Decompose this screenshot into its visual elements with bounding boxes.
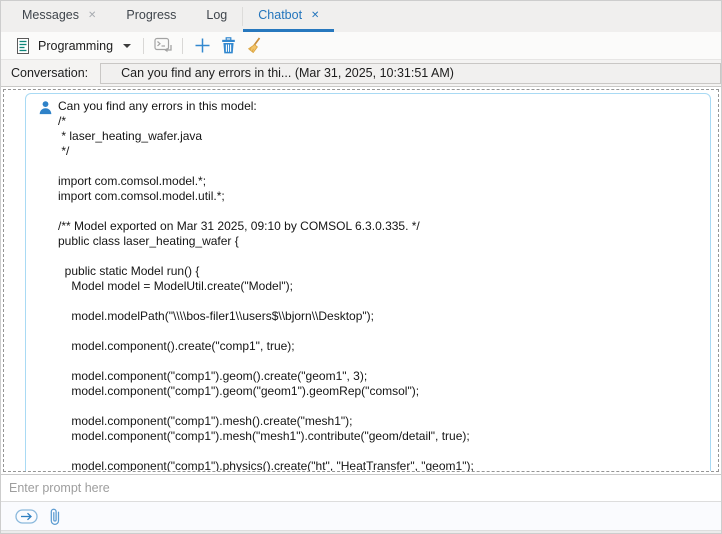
tab-log[interactable]: Log	[191, 1, 242, 32]
user-message-bubble: Can you find any errors in this model: /…	[25, 93, 711, 472]
insert-to-editor-button[interactable]	[152, 35, 174, 57]
prompt-input[interactable]	[1, 475, 721, 501]
chatbot-toolbar: Programming	[1, 32, 721, 60]
tab-chatbot[interactable]: Chatbot ✕	[243, 1, 334, 32]
toolbar-separator	[182, 38, 183, 54]
tab-messages[interactable]: Messages ✕	[7, 1, 111, 32]
tab-log-label: Log	[206, 8, 227, 22]
tab-bar: Messages ✕ Progress Log Chatbot ✕	[1, 1, 721, 32]
toolbar-separator	[143, 38, 144, 54]
conversation-row: Conversation: Can you find any errors in…	[1, 60, 721, 87]
tab-messages-label: Messages	[22, 8, 79, 22]
tab-chatbot-label: Chatbot	[258, 8, 302, 22]
close-icon[interactable]: ✕	[88, 10, 96, 21]
conversation-label: Conversation:	[11, 66, 88, 80]
chevron-down-icon	[123, 44, 131, 48]
chat-history-panel[interactable]: Can you find any errors in this model: /…	[1, 87, 721, 474]
chat-history-focus-border: Can you find any errors in this model: /…	[3, 89, 719, 472]
delete-conversation-button[interactable]	[217, 35, 239, 57]
user-message-text: Can you find any errors in this model: /…	[58, 99, 700, 472]
prompt-row	[1, 474, 721, 501]
attach-file-button[interactable]	[48, 507, 61, 526]
programming-doc-icon	[15, 37, 31, 55]
tab-progress[interactable]: Progress	[111, 1, 191, 32]
send-prompt-button[interactable]	[15, 509, 38, 524]
conversation-selected-value: Can you find any errors in thi... (Mar 3…	[121, 66, 454, 80]
close-icon[interactable]: ✕	[311, 10, 319, 21]
tab-progress-label: Progress	[126, 8, 176, 22]
user-avatar-icon	[38, 100, 53, 115]
window-bottom-edge	[1, 530, 721, 533]
mode-label: Programming	[38, 39, 113, 53]
conversation-select[interactable]: Can you find any errors in thi... (Mar 3…	[100, 63, 721, 84]
add-conversation-button[interactable]	[191, 35, 213, 57]
mode-dropdown[interactable]: Programming	[11, 35, 135, 57]
clear-conversation-button[interactable]	[243, 35, 265, 57]
prompt-actions-row	[1, 501, 721, 530]
chatbot-window: Messages ✕ Progress Log Chatbot ✕	[0, 0, 722, 534]
